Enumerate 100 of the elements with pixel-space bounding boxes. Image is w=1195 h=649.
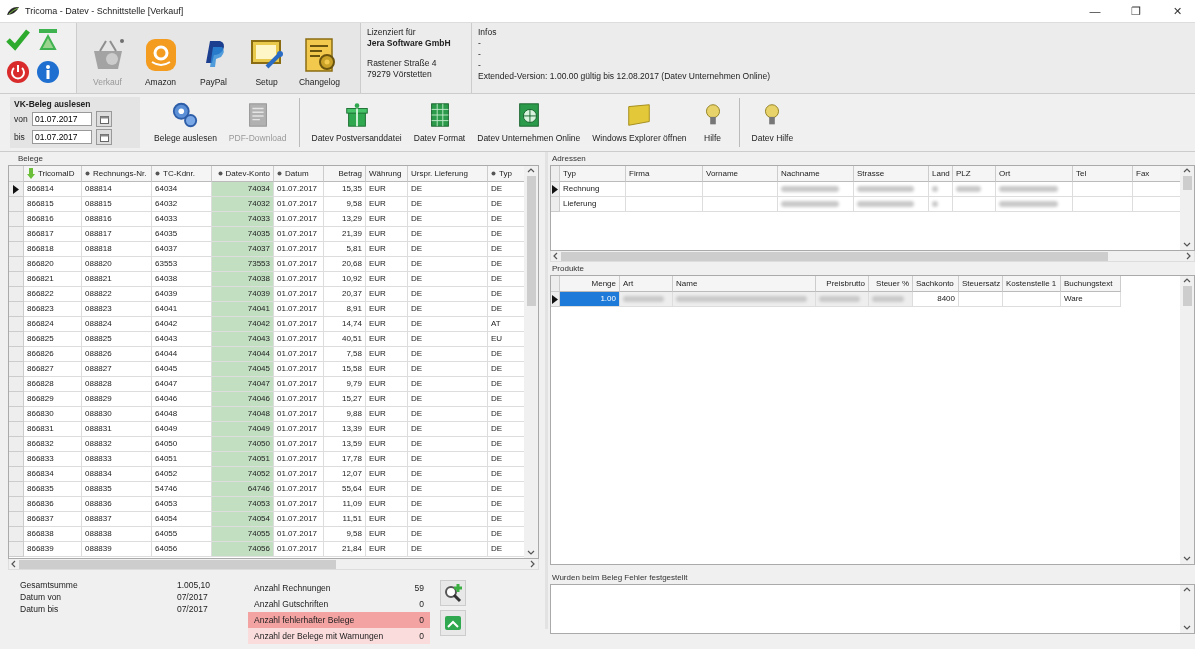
calendar-button[interactable] [96,111,112,127]
scroll-thumb[interactable] [1182,176,1192,190]
row-header[interactable] [9,482,24,497]
row-pointer[interactable] [9,182,24,197]
horizontal-scrollbar[interactable] [8,559,539,570]
toolbar-button[interactable]: Setup [240,23,293,93]
from-date-field[interactable]: 01.07.2017 [32,112,92,126]
column-header[interactable]: Land [929,166,953,182]
row-header[interactable] [9,332,24,347]
row-header[interactable] [9,272,24,287]
column-header[interactable]: Tel [1073,166,1133,182]
toolbar-button[interactable]: Amazon [134,23,187,93]
toolbar-button[interactable]: Hilfe [692,94,733,151]
toolbar-button[interactable]: Datev Postversanddatei [305,94,408,151]
column-header[interactable]: Fax [1133,166,1180,182]
row-header[interactable] [9,407,24,422]
row-header[interactable] [9,437,24,452]
column-header[interactable]: Typ [560,166,626,182]
column-header[interactable]: TC-Kdnr. [152,166,212,182]
window-control[interactable]: ❐ [1118,4,1154,18]
row-header[interactable] [9,527,24,542]
table-cell: EUR [366,317,408,332]
column-header[interactable]: Typ [488,166,524,182]
row-header[interactable] [9,287,24,302]
column-header[interactable]: Menge [560,276,620,292]
column-header[interactable]: Datev-Konto [212,166,274,182]
column-header[interactable]: Währung [366,166,408,182]
row-header[interactable] [9,422,24,437]
table-cell: 01.07.2017 [274,407,324,422]
column-header[interactable]: Sachkonto [913,276,959,292]
row-header[interactable] [9,212,24,227]
header-corner [551,166,560,182]
row-header[interactable] [9,452,24,467]
column-label: Rechnungs-Nr. [93,168,147,180]
column-header[interactable]: Firma [626,166,703,182]
horizontal-scrollbar[interactable] [550,251,1195,262]
vertical-scrollbar[interactable] [1180,166,1194,250]
table-cell: 20,68 [324,257,366,272]
column-header[interactable]: Ort [996,166,1073,182]
column-header[interactable]: PLZ [953,166,996,182]
panel-title: Belege [17,153,44,165]
search-button[interactable] [440,580,466,606]
row-header[interactable] [9,512,24,527]
column-header[interactable]: Betrag [324,166,366,182]
toolbar-button[interactable]: Belege auslesen [148,94,223,151]
scroll-thumb[interactable] [526,176,536,306]
column-header[interactable]: Art [620,276,673,292]
scroll-thumb[interactable] [1182,286,1192,306]
row-header[interactable] [9,302,24,317]
vertical-scrollbar[interactable] [524,166,538,558]
column-header[interactable]: TricomaID [24,166,82,182]
column-label: Datev-Konto [225,168,270,180]
vertical-scrollbar[interactable] [1180,276,1194,564]
column-header[interactable]: Rechnungs-Nr. [82,166,152,182]
to-date-field[interactable]: 01.07.2017 [32,130,92,144]
toolbar-button[interactable]: Changelog [293,23,346,93]
info-icon[interactable] [36,60,60,84]
column-header[interactable]: Urspr. Lieferung [408,166,488,182]
stack-icon[interactable] [36,27,60,51]
row-header[interactable] [9,242,24,257]
row-header[interactable] [9,377,24,392]
row-header[interactable] [9,317,24,332]
vertical-scrollbar[interactable] [1180,585,1194,633]
toolbar-button[interactable]: Windows Explorer öffnen [586,94,693,151]
checkmark-icon[interactable] [6,27,30,51]
column-header[interactable]: Buchungstext [1061,276,1121,292]
scroll-thumb[interactable] [561,251,1108,261]
table-cell: 088817 [82,227,152,242]
column-header[interactable]: Vorname [703,166,778,182]
column-header[interactable]: Strasse [854,166,929,182]
row-header[interactable] [9,497,24,512]
window-control[interactable]: ✕ [1159,4,1195,18]
column-header[interactable]: Steuersatz [959,276,1003,292]
column-header[interactable]: Name [673,276,816,292]
column-header[interactable]: Kostenstelle 1 [1003,276,1061,292]
table-cell: 74035 [212,227,274,242]
toolbar-button[interactable]: PayPal [187,23,240,93]
row-header[interactable] [9,467,24,482]
table-cell: Ware [1061,292,1121,307]
table-cell: 74041 [212,302,274,317]
row-header[interactable] [9,392,24,407]
table-cell: 088836 [82,497,152,512]
row-header[interactable] [9,362,24,377]
toolbar-button[interactable]: Datev Format [407,94,472,151]
column-header[interactable]: Nachname [778,166,854,182]
power-icon[interactable] [6,60,30,84]
row-header[interactable] [9,257,24,272]
window-control[interactable]: — [1077,5,1113,17]
row-header[interactable] [9,227,24,242]
column-header[interactable]: Datum [274,166,324,182]
column-header[interactable]: Preisbrutto [816,276,869,292]
count-value: 0 [419,614,424,626]
row-header[interactable] [9,347,24,362]
scroll-thumb[interactable] [19,559,337,569]
toolbar-button[interactable]: Datev Hilfe [745,94,800,151]
column-header[interactable]: Steuer % [869,276,913,292]
calendar-button[interactable] [96,129,112,145]
row-pointer[interactable] [551,292,560,307]
row-pointer[interactable] [551,182,560,197]
toolbar-button[interactable]: Datev Unternehmen Online [471,94,587,151]
